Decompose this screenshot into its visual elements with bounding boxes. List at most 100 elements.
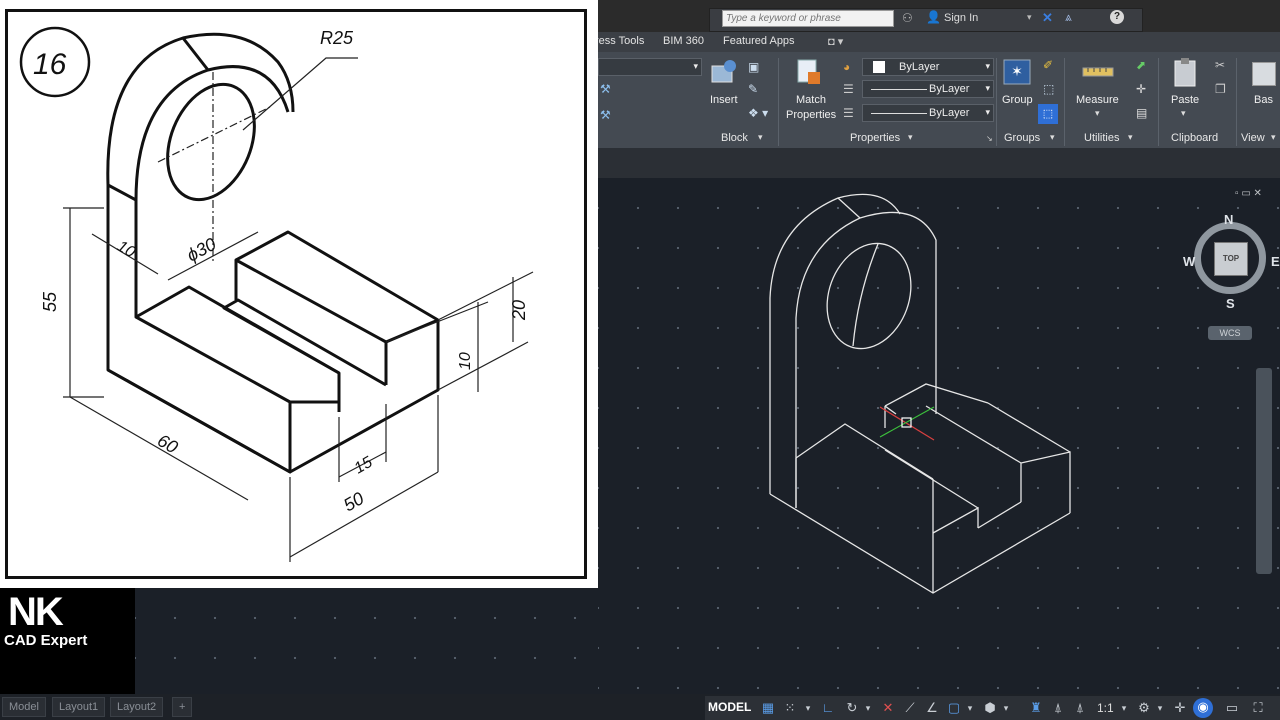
tab-layout1[interactable]: Layout1 [52,697,106,717]
chevron-down-icon[interactable]: ▾ [859,699,877,717]
grid-icon[interactable]: ▦ [759,699,777,717]
compass-south[interactable]: S [1226,296,1235,311]
annotation-scale-icon[interactable]: ⍋ [1071,699,1089,717]
autodesk-a360-icon[interactable]: ⩓ [1065,10,1072,25]
ungroup-icon[interactable]: ✐ [1043,58,1053,72]
dim-phi30: ϕ30 [183,234,219,266]
tab-featured-apps[interactable]: Featured Apps [723,35,795,47]
panel-block[interactable]: Block [721,132,748,144]
insert-button[interactable]: Insert [710,94,738,106]
isolate-objects-icon[interactable]: ◉ [1193,698,1213,718]
add-layout-button[interactable]: + [172,697,193,717]
panel-launcher-icon[interactable]: ↘ [986,134,993,143]
color-combo[interactable]: ByLayer ▾ [862,58,994,76]
color-swatch [873,61,885,73]
lineweight-combo[interactable]: ByLayer ▾ [862,104,994,122]
match-button-label[interactable]: Match [796,94,826,106]
group-button[interactable]: Group [1002,94,1033,106]
tab-overflow-icon[interactable]: ◘ ▾ [828,35,843,48]
panel-clipboard[interactable]: Clipboard [1171,132,1218,144]
chevron-down-icon[interactable]: ▾ [799,699,817,717]
panel-groups[interactable]: Groups [1004,132,1040,144]
linetype-combo[interactable]: ByLayer ▾ [862,80,994,98]
hardware-acceleration-icon[interactable]: ▭ [1223,699,1241,717]
lineweight-icon[interactable]: ☰ [843,106,854,120]
chevron-down-icon[interactable]: ▾ [961,699,979,717]
measure-icon[interactable] [1082,62,1114,82]
edit-block-icon[interactable]: ✎ [748,82,758,96]
logo-initials: NK [8,590,64,634]
chevron-down-icon[interactable]: ▾ [1115,699,1133,717]
isodraft-icon[interactable]: ✕ [879,699,897,717]
match-properties-icon[interactable] [794,58,826,88]
drawing-canvas-lower[interactable] [135,588,598,694]
chevron-down-icon: ▾ [1128,132,1133,142]
tab-layout2[interactable]: Layout2 [110,697,164,717]
compass-north[interactable]: N [1224,212,1233,227]
wcs-menu[interactable]: WCS [1208,326,1252,340]
cut-icon[interactable]: ✂ [1215,58,1225,72]
annotation-visibility-icon[interactable]: ♜ [1027,699,1045,717]
panel-utilities[interactable]: Utilities [1084,132,1119,144]
chevron-down-icon[interactable]: ▾ [1151,699,1169,717]
calculator-icon[interactable]: ▤ [1136,106,1147,120]
chevron-down-icon[interactable]: ▾ [997,699,1015,717]
annotation-monitor-icon[interactable]: ✛ [1171,699,1189,717]
layer-combo[interactable]: ▾ [598,58,702,76]
annotation-autoscale-icon[interactable]: ⍋ [1049,699,1067,717]
search-input[interactable] [722,10,894,27]
compass-west[interactable]: W [1183,254,1195,269]
linetype-icon[interactable]: ☰ [843,82,854,96]
group-edit-icon[interactable]: ⬚ [1043,82,1054,96]
paste-button[interactable]: Paste [1171,94,1199,106]
color-wheel-icon[interactable]: ◕ [843,60,850,74]
dim-55: 55 [40,291,60,312]
model-space-button[interactable]: MODEL [708,700,751,714]
viewcube-top-face[interactable]: TOP [1214,242,1248,276]
block-attributes-icon[interactable]: ❖ ▾ [748,106,768,120]
properties-button-label[interactable]: Properties [786,109,836,121]
annotation-scale-value[interactable]: 1:1 [1097,701,1114,715]
chevron-down-icon: ▾ [908,132,913,142]
snap-icon[interactable]: ⁙ [781,699,799,717]
svg-text:✶: ✶ [1011,63,1023,79]
viewport-restore-icon[interactable]: ▫ ▭ ✕ [1235,188,1262,199]
clean-screen-icon[interactable]: ⛶ [1249,699,1267,717]
ortho-icon[interactable]: ∟ [819,699,837,717]
panel-view[interactable]: View [1241,132,1265,144]
linetype-combo-value: ByLayer [929,83,970,95]
help-icon[interactable]: ? [1110,10,1124,24]
dim-10-height: 10 [457,352,474,370]
exchange-x-icon[interactable]: ✕ [1042,10,1053,26]
chevron-down-icon[interactable]: ▾ [1027,12,1032,23]
navigation-bar[interactable] [1256,368,1272,574]
compass-east[interactable]: E [1271,254,1280,269]
viewcube[interactable]: TOP N S W E [1183,212,1280,311]
measure-button[interactable]: Measure [1076,94,1119,106]
id-point-icon[interactable]: ✛ [1136,82,1146,96]
osnap-icon[interactable]: ∠ [923,699,941,717]
paste-icon[interactable] [1172,58,1200,88]
sign-in-button[interactable]: Sign In [944,12,978,24]
chevron-down-icon: ▾ [985,107,990,117]
layer-tools-icon[interactable]: ⚒ [600,108,611,122]
dim-r25: R25 [320,28,354,48]
base-view-icon[interactable] [1252,62,1276,86]
group-icon[interactable]: ✶ [1002,56,1034,86]
drawing-canvas[interactable]: ▫ ▭ ✕ TOP N S W E WCS [598,178,1280,694]
quick-select-icon[interactable]: ⬈ [1136,58,1146,72]
create-block-icon[interactable]: ▣ [748,60,759,74]
binoculars-icon[interactable]: ⚇ [902,11,913,25]
base-button[interactable]: Bas [1254,94,1273,106]
osnap-tracking-icon[interactable]: ⟋ [901,699,919,717]
layer-tools-icon[interactable]: ⚒ [600,82,611,96]
lineweight-combo-value: ByLayer [929,107,970,119]
panel-properties[interactable]: Properties [850,132,900,144]
tab-model[interactable]: Model [2,697,46,717]
tab-express-tools[interactable]: ress Tools [595,35,644,47]
insert-block-icon[interactable] [708,58,740,86]
tab-bim360[interactable]: BIM 360 [663,35,704,47]
channel-logo: NK CAD Expert [0,588,135,708]
group-selection-toggle[interactable]: ⬚ [1038,104,1058,124]
copy-icon[interactable]: ❐ [1215,82,1226,96]
